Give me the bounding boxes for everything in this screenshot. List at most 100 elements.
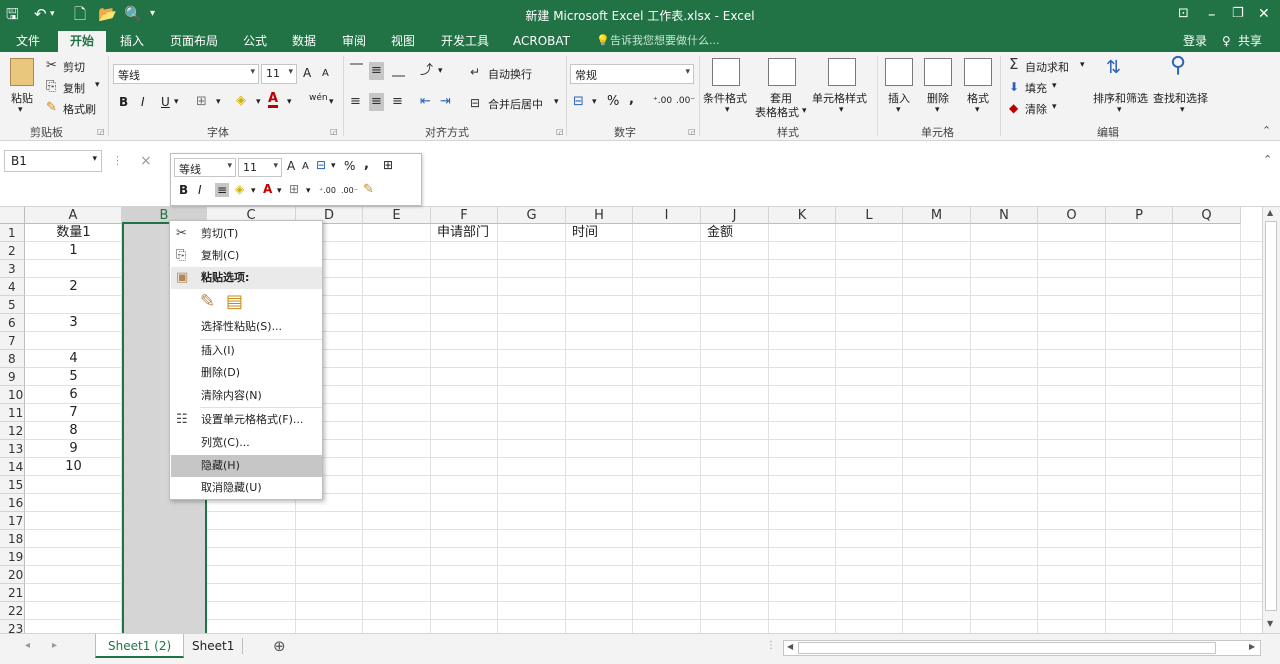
cell-a14[interactable]: 10 xyxy=(25,458,122,476)
column-header-a[interactable]: A xyxy=(25,207,122,224)
cell-h1[interactable]: 时间 xyxy=(572,224,659,242)
cancel-icon[interactable]: × xyxy=(140,153,152,169)
clear-dropdown-icon[interactable]: ▾ xyxy=(1052,102,1057,112)
tab-acrobat[interactable]: ACROBAT xyxy=(513,33,570,49)
table-dropdown-icon[interactable]: ▾ xyxy=(802,106,807,116)
phonetic-dropdown-icon[interactable]: ▾ xyxy=(329,97,334,107)
sheet-tab[interactable]: Sheet1 xyxy=(180,634,246,658)
cell-styles-dropdown-icon[interactable]: ▾ xyxy=(839,105,844,115)
h-scroll-thumb[interactable] xyxy=(798,642,1216,654)
column-header-m[interactable]: M xyxy=(903,207,971,224)
scroll-thumb[interactable] xyxy=(1265,221,1277,611)
border-dropdown-icon[interactable]: ▾ xyxy=(216,97,221,107)
next-sheet-icon[interactable]: ▸ xyxy=(52,640,57,651)
row-header-4[interactable]: 4 xyxy=(0,278,25,296)
menu-item-format-cells[interactable]: ☷ 设置单元格格式(F)... xyxy=(171,409,322,431)
column-header-e[interactable]: E xyxy=(363,207,431,224)
menu-item-clear-contents[interactable]: 清除内容(N) xyxy=(171,385,322,407)
cell-a6[interactable]: 3 xyxy=(25,314,122,332)
close-icon[interactable]: ✕ xyxy=(1258,4,1270,24)
conditional-formatting-button[interactable]: 条件格式 xyxy=(703,90,747,106)
column-header-f[interactable]: F xyxy=(431,207,498,224)
autosum-dropdown-icon[interactable]: ▾ xyxy=(1080,60,1085,70)
row-header-2[interactable]: 2 xyxy=(0,242,25,260)
font-size-select[interactable]: 11 ▾ xyxy=(261,64,297,84)
name-box[interactable]: B1 ▾ xyxy=(4,150,102,172)
decrease-decimal-icon[interactable]: .00⁻ xyxy=(676,96,695,106)
mini-grow-font-icon[interactable]: A xyxy=(287,159,295,173)
column-header-h[interactable]: H xyxy=(566,207,633,224)
row-header-17[interactable]: 17 xyxy=(0,512,25,530)
alignment-launcher-icon[interactable]: ◲ xyxy=(556,127,564,136)
row-header-10[interactable]: 10 xyxy=(0,386,25,404)
autosum-icon[interactable]: Σ xyxy=(1009,55,1018,73)
scissors-icon[interactable]: ✂ xyxy=(46,57,57,75)
paste-values-icon[interactable]: ▤ xyxy=(226,291,243,312)
tab-page-layout[interactable]: 页面布局 xyxy=(170,33,218,49)
orientation-icon[interactable]: ⤴ xyxy=(420,62,433,80)
wrap-text-icon[interactable]: ↵ xyxy=(470,63,480,81)
tab-view[interactable]: 视图 xyxy=(391,33,415,49)
login-link[interactable]: 登录 xyxy=(1183,33,1207,49)
mini-italic-button[interactable]: I xyxy=(198,183,202,197)
collapse-ribbon-icon[interactable]: ⌃ xyxy=(1262,124,1271,137)
column-header-q[interactable]: Q xyxy=(1173,207,1241,224)
scroll-left-icon[interactable]: ◀ xyxy=(787,642,793,651)
vertical-scrollbar[interactable]: ▲ ▼ xyxy=(1262,207,1280,633)
merge-center-button[interactable]: 合并后居中 xyxy=(488,96,543,112)
mini-font-name[interactable]: 等线 ▾ xyxy=(174,158,236,177)
row-header-21[interactable]: 21 xyxy=(0,584,25,602)
cell-j1[interactable]: 金额 xyxy=(707,224,795,242)
format-dropdown-icon[interactable]: ▾ xyxy=(975,105,980,115)
merge-center-icon[interactable]: ⊟ xyxy=(470,94,480,112)
mini-shrink-font-icon[interactable]: A xyxy=(302,161,309,172)
cell-a11[interactable]: 7 xyxy=(25,404,122,422)
column-header-n[interactable]: N xyxy=(971,207,1038,224)
decrease-indent-icon[interactable]: ⇤ xyxy=(420,93,431,111)
increase-indent-icon[interactable]: ⇥ xyxy=(440,93,451,111)
row-header-19[interactable]: 19 xyxy=(0,548,25,566)
fill-color-dropdown-icon[interactable]: ▾ xyxy=(256,97,261,107)
fill-dropdown-icon[interactable]: ▾ xyxy=(1052,81,1057,91)
tab-file[interactable]: 文件 xyxy=(16,33,40,49)
row-header-13[interactable]: 13 xyxy=(0,440,25,458)
cell-a10[interactable]: 6 xyxy=(25,386,122,404)
menu-item-hide[interactable]: 隐藏(H) xyxy=(171,455,322,477)
row-header-1[interactable]: 1 xyxy=(0,224,25,242)
cell-a2[interactable]: 1 xyxy=(25,242,122,260)
delete-cells-button[interactable]: 删除 xyxy=(927,90,949,106)
horizontal-scrollbar[interactable]: ◀ ▶ xyxy=(783,640,1261,656)
phonetic-guide-button[interactable]: wén xyxy=(309,93,328,103)
scroll-right-icon[interactable]: ▶ xyxy=(1249,642,1255,651)
row-header-8[interactable]: 8 xyxy=(0,350,25,368)
column-header-j[interactable]: J xyxy=(701,207,769,224)
tab-home[interactable]: 开始 xyxy=(58,31,107,52)
shrink-font-button[interactable]: A xyxy=(322,68,329,79)
menu-item-cut[interactable]: ✂ 剪切(T) xyxy=(171,223,322,245)
menu-item-copy[interactable]: ⎘ 复制(C) xyxy=(171,245,322,267)
format-button[interactable]: 格式 xyxy=(967,90,989,106)
fill-button[interactable]: 填充 xyxy=(1025,80,1047,96)
row-header-11[interactable]: 11 xyxy=(0,404,25,422)
column-header-i[interactable]: I xyxy=(633,207,701,224)
mini-decrease-decimal-icon[interactable]: .00⁻ xyxy=(341,186,358,195)
format-as-table-icon[interactable] xyxy=(768,58,796,86)
magnifier-icon[interactable]: ⚲ xyxy=(1170,55,1186,77)
font-name-select[interactable]: 等线 ▾ xyxy=(113,64,259,84)
tab-developer[interactable]: 开发工具 xyxy=(441,33,489,49)
delete-dropdown-icon[interactable]: ▾ xyxy=(935,105,940,115)
autosum-button[interactable]: 自动求和 xyxy=(1025,59,1069,75)
mini-font-color-icon[interactable]: A xyxy=(263,182,272,196)
tell-me-box[interactable]: 告诉我您想要做什么... xyxy=(610,33,720,49)
align-top-icon[interactable]: ⎺ xyxy=(350,62,363,80)
italic-button[interactable]: I xyxy=(141,95,145,109)
row-header-3[interactable]: 3 xyxy=(0,260,25,278)
mini-font-size[interactable]: 11 ▾ xyxy=(238,158,282,177)
row-header-6[interactable]: 6 xyxy=(0,314,25,332)
paste-option-icon[interactable]: ✎ xyxy=(200,291,215,312)
bold-button[interactable]: B xyxy=(119,95,128,109)
eraser-icon[interactable]: ◆ xyxy=(1009,99,1018,117)
tab-insert[interactable]: 插入 xyxy=(120,33,144,49)
row-header-20[interactable]: 20 xyxy=(0,566,25,584)
row-header-12[interactable]: 12 xyxy=(0,422,25,440)
